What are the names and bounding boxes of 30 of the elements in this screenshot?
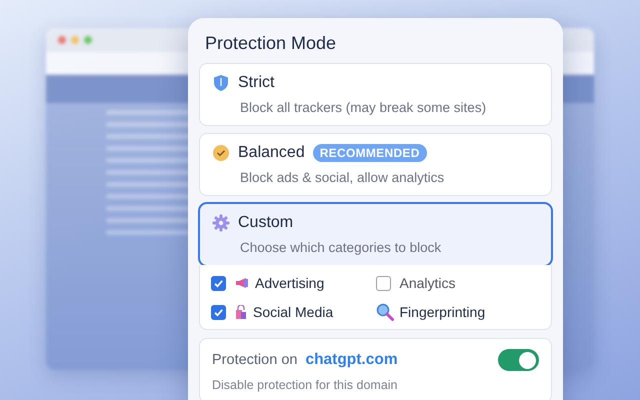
mode-title: Balanced <box>238 144 305 162</box>
category-checkbox[interactable] <box>211 304 226 320</box>
protection-toggle[interactable] <box>498 349 539 371</box>
shopping-bag-icon <box>235 305 247 319</box>
checkmark-icon <box>213 306 224 318</box>
mode-description: Choose which categories to block <box>239 240 442 255</box>
shield-icon <box>212 74 230 92</box>
mode-description: Block ads & social, allow analytics <box>239 170 446 185</box>
domain-hint: Disable protection for this domain <box>212 378 399 392</box>
panel-title: Protection Mode <box>204 32 338 55</box>
category-label: Social Media <box>253 304 334 320</box>
mode-option[interactable]: Custom Choose which categories to block <box>199 203 552 266</box>
mode-title: Custom <box>238 214 294 232</box>
category-label: Analytics <box>400 275 456 291</box>
category-label: Advertising <box>255 275 324 291</box>
category-checkbox[interactable] <box>211 276 226 290</box>
mode-title: Strict <box>238 74 274 92</box>
search-icon <box>376 303 394 321</box>
gear-icon <box>212 214 230 232</box>
category-label: Fingerprinting <box>400 304 486 320</box>
recommended-badge: RECOMMENDED <box>312 144 427 162</box>
checkmark-icon <box>213 278 224 288</box>
mode-option[interactable]: Strict Block all trackers (may break some sites) <box>199 63 552 126</box>
check-circle-icon <box>212 144 230 162</box>
category-checkbox[interactable] <box>376 276 390 290</box>
mode-description: Block all trackers (may break some sites) <box>239 100 488 115</box>
domain-label: Protection on <box>212 352 298 368</box>
domain-link[interactable]: chatgpt.com <box>305 351 398 369</box>
mode-option[interactable]: Balanced RECOMMENDED Block ads & social, allow analytics <box>199 133 552 196</box>
megaphone-icon <box>235 277 249 289</box>
